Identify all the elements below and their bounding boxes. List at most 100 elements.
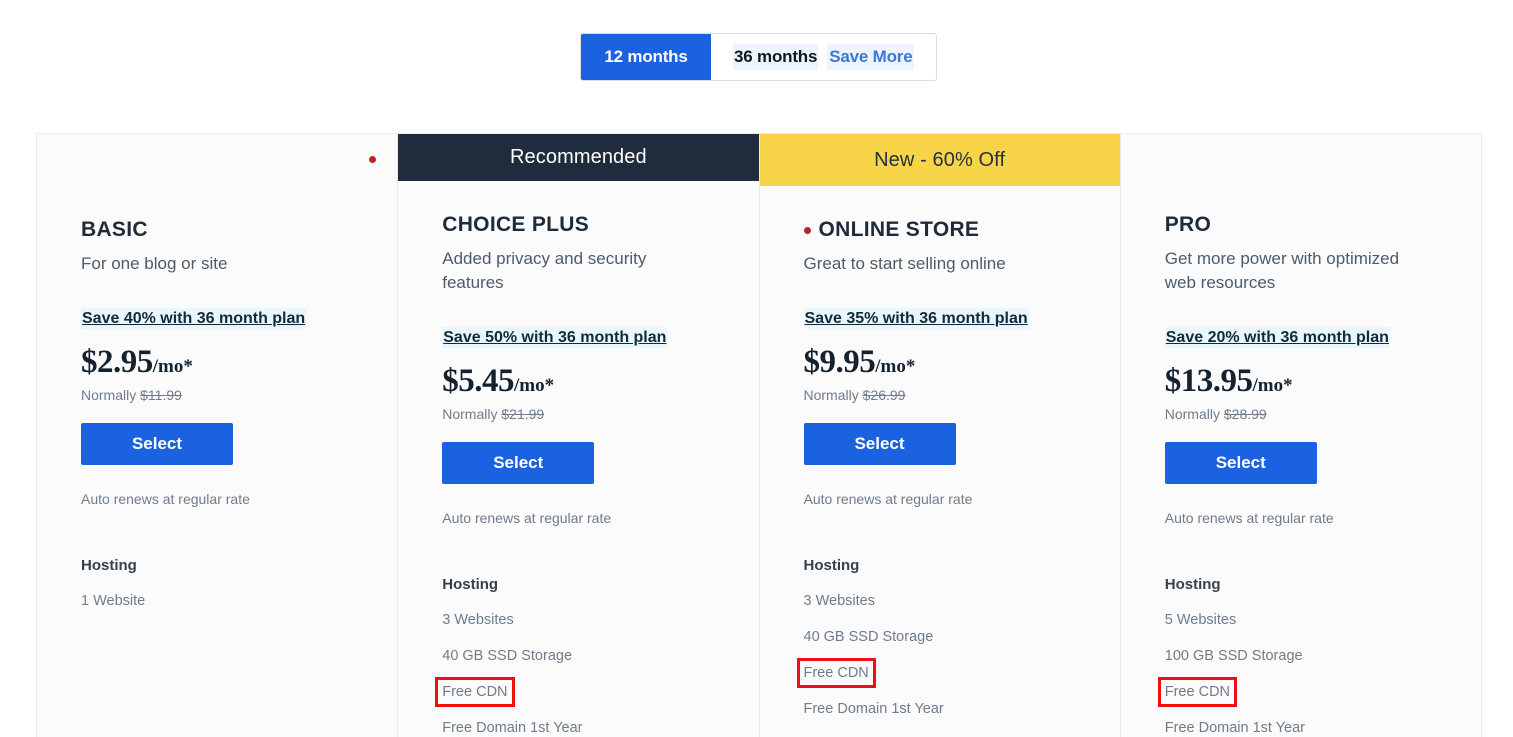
plan-card-online-store: New - 60% Off ONLINE STORE Great to start … — [759, 134, 1121, 737]
plan-name: PRO — [1164, 213, 1212, 236]
plan-body: PRO Get more power with optimized web res… — [1121, 181, 1481, 737]
plan-title-row: PRO — [1165, 213, 1437, 237]
save-link-wrapper: Save 40% with 36 month plan — [81, 308, 353, 329]
price-suffix: /mo* — [1252, 375, 1293, 396]
plan-banner — [37, 134, 397, 186]
normal-price-note: Normally $26.99 — [804, 387, 1076, 403]
feature-item: Free Domain 1st Year — [1164, 720, 1305, 736]
auto-renew-note: Auto renews at regular rate — [442, 510, 612, 526]
auto-renew-note: Auto renews at regular rate — [803, 491, 973, 507]
feature-row: Free CDN — [1157, 665, 1437, 707]
normal-price-prefix: Normally — [1164, 406, 1224, 422]
plan-name: CHOICE PLUS — [442, 213, 590, 236]
term-option-36-months[interactable]: 36 months Save More — [711, 34, 937, 80]
term-option-label: 12 months — [604, 47, 688, 66]
save-link-wrapper: Save 50% with 36 month plan — [442, 327, 714, 348]
feature-section-title: Hosting — [442, 576, 499, 593]
price-amount: $9.95 — [803, 344, 876, 380]
select-plan-button[interactable]: Select — [442, 442, 595, 484]
plan-body: ONLINE STORE Great to start selling onlin… — [760, 186, 1120, 737]
feature-row: Free Domain 1st Year — [804, 682, 1076, 718]
save-with-36-month-plan-link[interactable]: Save 40% with 36 month plan — [81, 308, 307, 329]
billing-term-toggle[interactable]: 12 months 36 months Save More — [580, 33, 938, 81]
feature-section-title: Hosting — [803, 557, 860, 574]
term-option-12-months[interactable]: 12 months — [581, 34, 711, 80]
normal-price-note: Normally $21.99 — [442, 406, 714, 422]
plan-name: BASIC — [81, 218, 148, 241]
plan-tagline: Great to start selling online — [803, 254, 1006, 273]
feature-row: 100 GB SSD Storage — [1165, 629, 1437, 665]
feature-item: Free Domain 1st Year — [803, 701, 944, 717]
plan-price: $9.95/mo* — [804, 346, 1076, 379]
plan-banner: New - 60% Off — [759, 134, 1120, 186]
normal-price-prefix: Normally — [442, 406, 502, 422]
pricing-plans-grid: BASIC For one blog or site Save 40% with 3… — [36, 133, 1482, 737]
plan-name: ONLINE STORE — [818, 218, 980, 241]
plan-body: BASIC For one blog or site Save 40% with 3… — [37, 186, 397, 737]
plan-tagline: Added privacy and security features — [442, 249, 647, 292]
feature-item: 40 GB SSD Storage — [803, 629, 934, 645]
feature-row: 1 Website — [81, 574, 353, 610]
plan-body: CHOICE PLUS Added privacy and security fe… — [398, 181, 758, 737]
plan-banner: Recommended — [398, 134, 759, 181]
normal-price-prefix: Normally — [803, 387, 863, 403]
feature-row: Free Domain 1st Year — [442, 701, 714, 737]
save-more-badge: Save More — [827, 44, 915, 70]
normal-price-value: $11.99 — [140, 387, 182, 403]
normal-price-note: Normally $11.99 — [81, 387, 353, 403]
price-suffix: /mo* — [875, 356, 916, 377]
select-plan-button[interactable]: Select — [81, 423, 233, 465]
feature-row: 3 Websites — [442, 593, 714, 629]
auto-renew-note: Auto renews at regular rate — [81, 491, 250, 507]
save-link-wrapper: Save 20% with 36 month plan — [1164, 327, 1437, 348]
feature-row: Free CDN — [435, 665, 714, 707]
annotation-dot-icon — [803, 226, 811, 234]
feature-item: 3 Websites — [803, 593, 875, 609]
plan-card-pro: PRO Get more power with optimized web res… — [1121, 134, 1481, 737]
feature-item: 100 GB SSD Storage — [1164, 648, 1303, 664]
feature-item: 5 Websites — [1164, 612, 1237, 628]
feature-row: 5 Websites — [1165, 593, 1437, 629]
save-with-36-month-plan-link[interactable]: Save 50% with 36 month plan — [442, 327, 668, 348]
normal-price-note: Normally $28.99 — [1165, 406, 1437, 422]
plan-price: $13.95/mo* — [1165, 365, 1437, 398]
plan-title-row: ONLINE STORE — [803, 218, 1076, 242]
feature-row: Free Domain 1st Year — [1165, 701, 1437, 737]
price-amount: $13.95 — [1164, 363, 1253, 399]
plan-title-row: CHOICE PLUS — [442, 213, 714, 237]
feature-section-title: Hosting — [81, 557, 137, 574]
plan-price: $5.45/mo* — [442, 365, 714, 398]
plan-tagline: Get more power with optimized web resour… — [1164, 249, 1400, 292]
plan-card-basic: BASIC For one blog or site Save 40% with 3… — [37, 134, 399, 737]
price-amount: $2.95 — [81, 344, 153, 380]
feature-row: 40 GB SSD Storage — [442, 629, 714, 665]
normal-price-value: $28.99 — [1223, 406, 1267, 422]
save-with-36-month-plan-link[interactable]: Save 35% with 36 month plan — [803, 308, 1029, 329]
normal-price-prefix: Normally — [81, 387, 141, 403]
feature-row: 40 GB SSD Storage — [804, 610, 1076, 646]
plan-tagline: For one blog or site — [81, 254, 228, 273]
feature-row: Free CDN — [796, 646, 1076, 688]
price-suffix: /mo* — [514, 375, 555, 396]
plan-card-choice-plus: Recommended CHOICE PLUS Added privacy and … — [398, 134, 760, 737]
plan-title-row: BASIC — [81, 218, 353, 242]
save-with-36-month-plan-link[interactable]: Save 20% with 36 month plan — [1164, 327, 1390, 348]
feature-section-title: Hosting — [1164, 576, 1221, 593]
price-suffix: /mo* — [152, 356, 193, 377]
feature-item: 1 Website — [81, 593, 146, 609]
pricing-page: 12 months 36 months Save More BASIC For one… — [0, 0, 1513, 737]
feature-item: Free CDN — [435, 677, 515, 707]
feature-item: 40 GB SSD Storage — [442, 648, 573, 664]
feature-item: Free CDN — [796, 658, 876, 688]
select-plan-button[interactable]: Select — [803, 423, 956, 465]
feature-item: Free CDN — [1157, 677, 1238, 707]
feature-item: 3 Websites — [442, 612, 514, 628]
normal-price-value: $21.99 — [501, 406, 545, 422]
auto-renew-note: Auto renews at regular rate — [1164, 510, 1334, 526]
term-option-label: 36 months — [733, 44, 819, 70]
normal-price-value: $26.99 — [862, 387, 906, 403]
price-amount: $5.45 — [442, 363, 514, 399]
save-link-wrapper: Save 35% with 36 month plan — [803, 308, 1076, 329]
feature-item: Free Domain 1st Year — [442, 720, 583, 736]
select-plan-button[interactable]: Select — [1164, 442, 1317, 484]
